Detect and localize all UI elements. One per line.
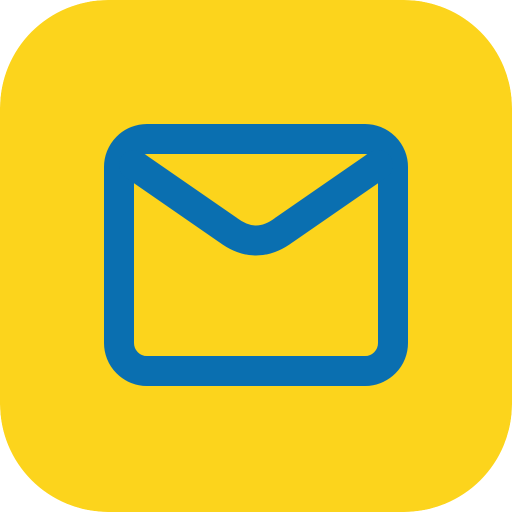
mail-app-icon-graphic bbox=[0, 0, 512, 512]
mail-app-icon[interactable] bbox=[0, 0, 512, 512]
icon-background bbox=[0, 0, 512, 512]
